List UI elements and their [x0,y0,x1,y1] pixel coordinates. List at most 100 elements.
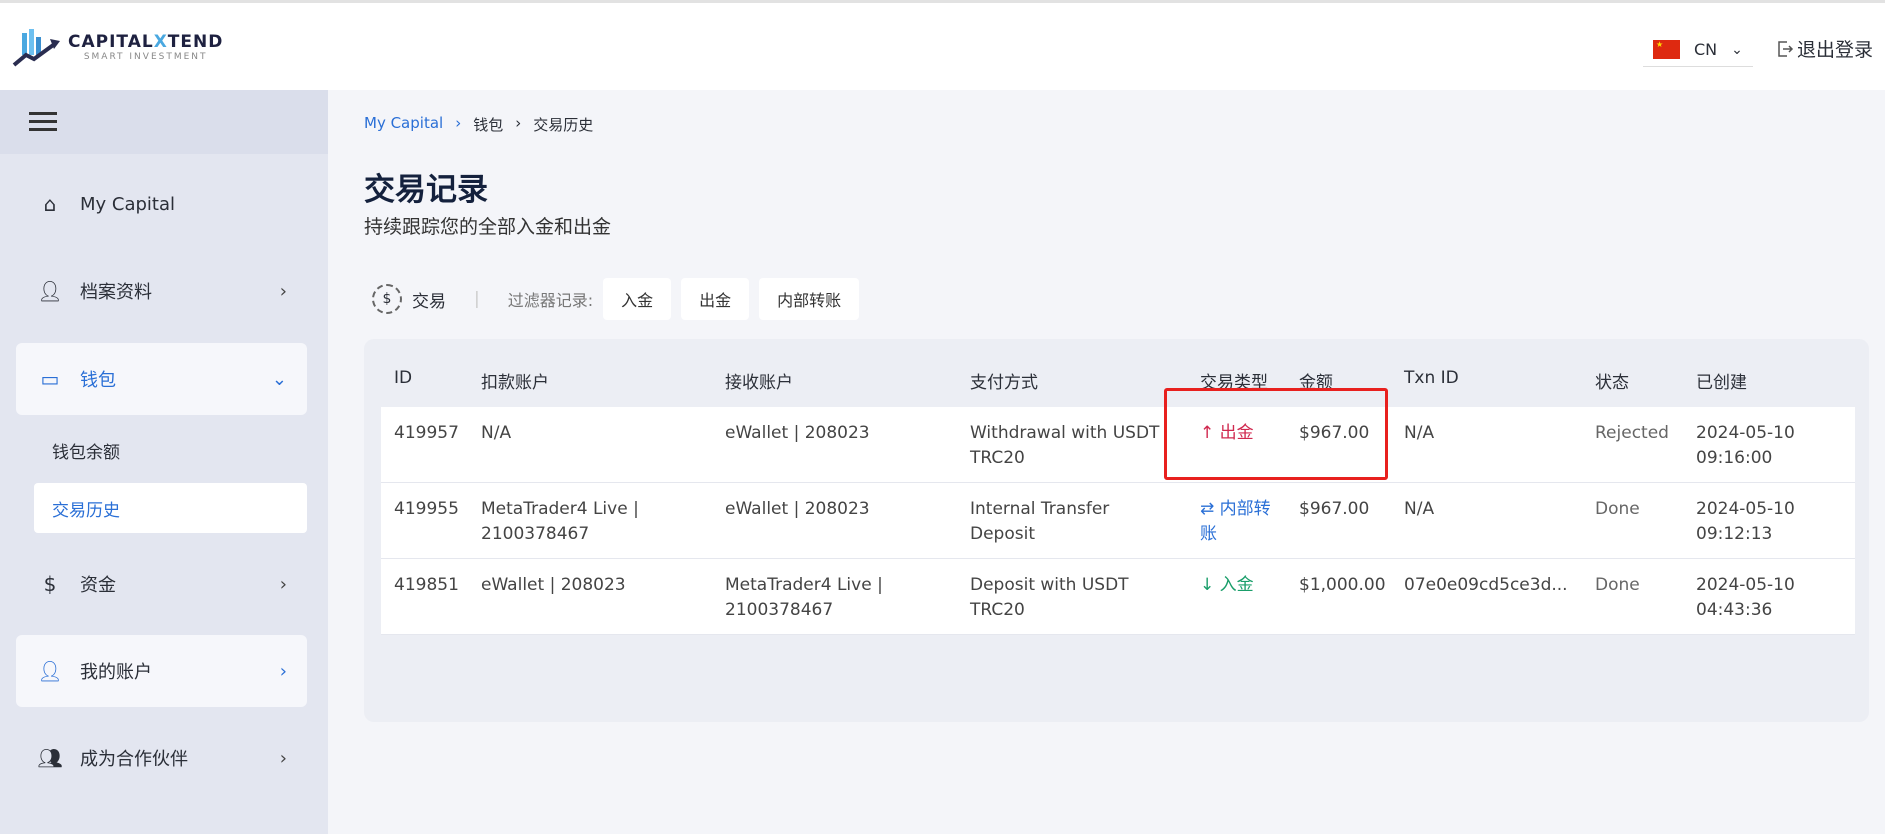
page-subtitle: 持续跟踪您的全部入金和出金 [364,216,612,238]
cell-from: N/A [481,423,512,443]
cell-to: eWallet | 208023 [725,423,870,443]
cell-method: Internal Transfer Deposit [970,499,1110,544]
sidebar-item-label: 成为合作伙伴 [80,749,188,770]
top-header: CAPITALXTEND SMART INVESTMENT CN ⌄ 退出登录 [0,0,1885,90]
sidebar-sub-transaction-history[interactable]: 交易历史 [34,483,307,533]
breadcrumb: My Capital › 钱包 › 交易历史 [364,114,593,135]
created-date: 2024-05-10 [1696,423,1795,443]
sidebar-item-label: My Capital [80,193,176,215]
cell-method: Withdrawal with USDT TRC20 [970,423,1160,468]
cell-created: 2024-05-10 09:16:00 [1696,421,1795,471]
cell-method: Deposit with USDT TRC20 [970,575,1129,620]
created-time: 09:12:13 [1696,524,1773,544]
cell-txn-id: 07e0e09cd5ce3d... [1404,575,1568,595]
cell-status: Rejected [1595,423,1669,443]
col-header-created: 已创建 [1696,373,1747,393]
created-time: 04:43:36 [1696,600,1773,620]
col-header-txn-id: Txn ID [1404,368,1459,388]
china-flag-icon [1653,40,1680,59]
sidebar-item-partner[interactable]: 👥︎ 成为合作伙伴 › [16,722,307,794]
cell-from: MetaTrader4 Live | 2100378467 [481,499,639,544]
chevron-down-icon: ⌄ [271,368,287,390]
sidebar-sub-wallet-balance[interactable]: 钱包余额 [34,425,307,475]
highlight-annotation [1164,388,1388,480]
logout-label: 退出登录 [1797,39,1874,61]
cell-amount: $967.00 [1299,499,1370,519]
table-row[interactable]: 419957 N/A eWallet | 208023 Withdrawal w… [381,407,1855,483]
chevron-right-icon: › [279,280,287,302]
cell-txn-id: N/A [1404,423,1435,443]
language-code: CN [1694,40,1718,59]
cell-status: Done [1595,499,1640,519]
hamburger-icon [29,120,57,123]
wallet-icon: ▭ [40,367,60,391]
hamburger-icon [29,128,57,131]
cell-type: ⇄ 内部转账 [1200,497,1275,547]
sidebar-item-label: 档案资料 [80,282,152,303]
table-row[interactable]: 419955 MetaTrader4 Live | 2100378467 eWa… [381,483,1855,559]
sidebar-item-wallet[interactable]: ▭ 钱包 ⌄ [16,343,307,415]
logo-tagline: SMART INVESTMENT [83,52,208,62]
cell-status: Done [1595,575,1640,595]
transactions-tab[interactable]: 交易 [412,287,446,312]
chevron-down-icon: ⌄ [1731,41,1743,58]
col-header-status: 状态 [1595,373,1629,393]
dollar-exchange-icon: $ [372,284,402,314]
chevron-right-icon: › [279,573,287,595]
sidebar-item-label: 钱包 [80,370,116,391]
logo-text-end: TEND [167,32,224,52]
home-chart-icon: ⌂ [43,192,57,216]
logo-chart-icon [12,29,60,67]
col-header-from: 扣款账户 [481,373,549,393]
cell-to: eWallet | 208023 [725,499,870,519]
cell-type: ↓ 入金 [1200,573,1275,598]
filter-label: 过滤器记录: [507,291,594,310]
cell-amount: $1,000.00 [1299,575,1386,595]
logout-icon [1778,40,1794,57]
col-header-to: 接收账户 [725,373,793,393]
type-arrow-icon: ↓ [1200,575,1215,595]
type-arrow-icon: ⇄ [1200,499,1215,519]
chevron-right-icon: › [455,114,462,132]
sidebar: ⌂ My Capital 👤︎ 档案资料 › ▭ 钱包 ⌄ 钱包余额 交易历史 $ 资金 › … [0,90,328,834]
filter-internal-transfer-button[interactable]: 内部转账 [759,278,860,320]
logo-x: X [153,32,168,52]
sidebar-sub-label: 钱包余额 [52,442,120,463]
created-date: 2024-05-10 [1696,575,1795,595]
sidebar-item-profile[interactable]: 👤︎ 档案资料 › [16,255,307,327]
menu-toggle-button[interactable] [0,90,328,154]
sidebar-item-label: 资金 [80,575,116,596]
cell-created: 2024-05-10 04:43:36 [1696,573,1795,623]
created-time: 09:16:00 [1696,448,1773,468]
logout-button[interactable]: 退出登录 [1776,35,1873,62]
filter-bar: $ 交易 | 过滤器记录: 入金 出金 内部转账 [372,278,860,320]
sidebar-item-label: 我的账户 [80,662,152,683]
sidebar-item-my-accounts[interactable]: 👤︎ 我的账户 › [16,635,307,707]
created-date: 2024-05-10 [1696,499,1795,519]
breadcrumb-wallet[interactable]: 钱包 [473,114,503,135]
cell-from: eWallet | 208023 [481,575,626,595]
table-row[interactable]: 419851 eWallet | 208023 MetaTrader4 Live… [381,559,1855,635]
chevron-right-icon: › [279,660,287,682]
filter-deposit-button[interactable]: 入金 [603,278,672,320]
chevron-right-icon: › [279,747,287,769]
money-hand-icon: $ [43,572,57,596]
breadcrumb-my-capital[interactable]: My Capital [364,114,443,135]
chevron-right-icon: › [515,114,522,132]
group-icon: 👥︎ [37,746,63,770]
logo[interactable]: CAPITALXTEND SMART INVESTMENT [12,27,223,67]
cell-created: 2024-05-10 09:12:13 [1696,497,1795,547]
sidebar-sub-label: 交易历史 [52,500,120,521]
sidebar-item-my-capital[interactable]: ⌂ My Capital [16,168,307,240]
cell-id: 419957 [394,423,459,443]
language-selector[interactable]: CN ⌄ [1643,33,1753,67]
sidebar-item-funds[interactable]: $ 资金 › [16,548,307,620]
filter-withdrawal-button[interactable]: 出金 [681,278,750,320]
user-chart-icon: 👤︎ [37,659,63,683]
cell-to: MetaTrader4 Live | 2100378467 [725,575,883,620]
col-header-method: 支付方式 [970,373,1038,393]
cell-id: 419851 [394,575,459,595]
cell-txn-id: N/A [1404,499,1435,519]
page-title: 交易记录 [364,172,488,208]
breadcrumb-current: 交易历史 [533,116,594,134]
